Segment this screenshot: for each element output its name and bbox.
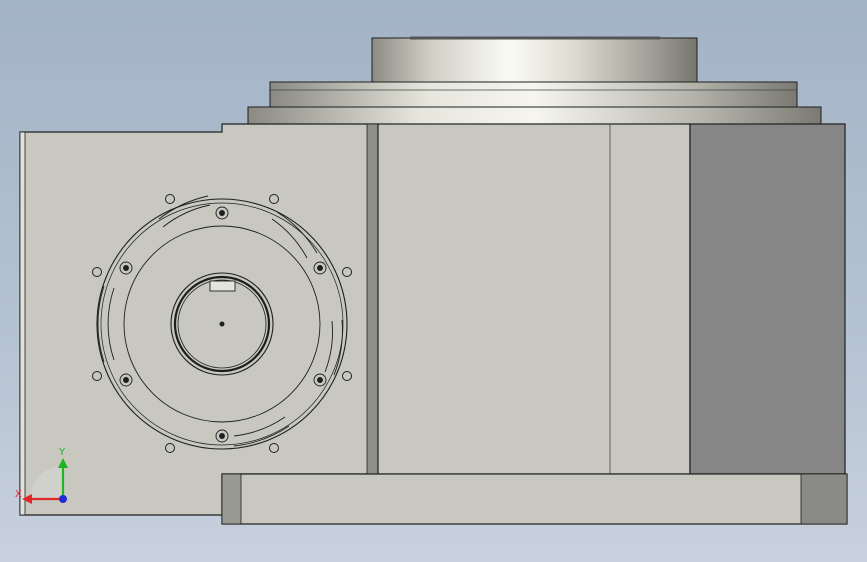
main-body — [377, 123, 691, 475]
left-housing — [19, 123, 379, 516]
rotary-table-top — [247, 36, 822, 126]
base-plate — [221, 473, 848, 525]
y-axis-label: Y — [58, 447, 66, 458]
cad-graphics-viewport[interactable]: Y X — [0, 0, 867, 562]
cad-model-view[interactable]: Y X — [0, 0, 867, 562]
x-axis-label: X — [15, 489, 22, 500]
right-side-face — [689, 123, 846, 475]
